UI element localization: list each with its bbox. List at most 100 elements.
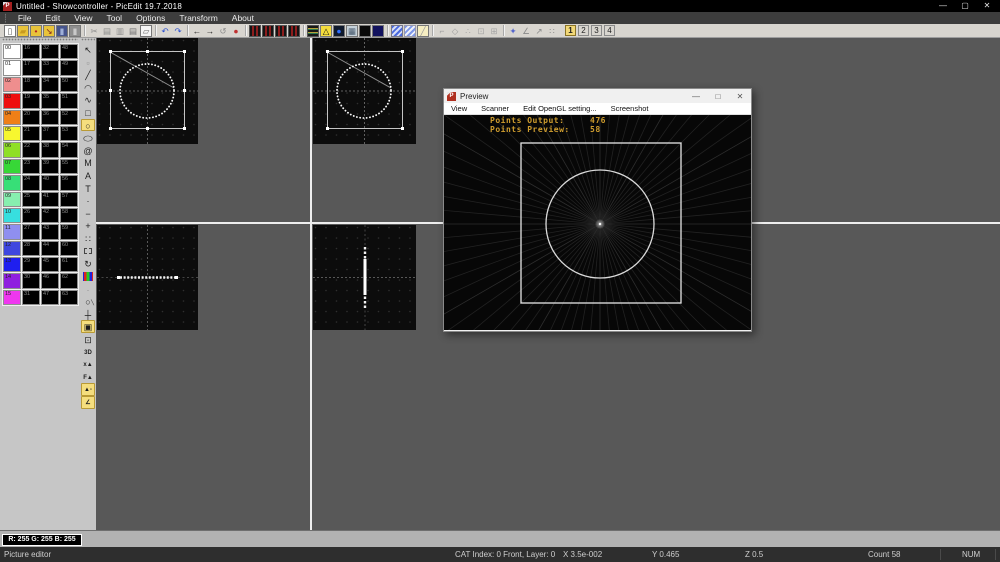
palette-swatch-19[interactable]: 19 <box>22 93 40 108</box>
preview-menu-scanner[interactable]: Scanner <box>474 104 516 113</box>
palette-swatch-29[interactable]: 29 <box>22 257 40 272</box>
palette-swatch-33[interactable]: 33 <box>41 60 59 75</box>
workspace[interactable]: P Preview — □ ✕ ViewScannerEdit OpenGL s… <box>96 38 1000 530</box>
net-settings-icon[interactable]: ✦ <box>507 25 519 37</box>
menu-view[interactable]: View <box>67 13 99 23</box>
minimize-button[interactable]: — <box>932 0 954 12</box>
palette-swatch-38[interactable]: 38 <box>41 142 59 157</box>
frame-table-4-icon[interactable] <box>288 25 300 37</box>
close-button[interactable]: ✕ <box>976 0 998 12</box>
palette-swatch-12[interactable]: 12 <box>3 241 21 256</box>
palette-swatch-47[interactable]: 47 <box>41 290 59 305</box>
color-stripes-icon[interactable] <box>307 25 319 37</box>
ghost-tool-2-icon[interactable]: ◇ <box>449 25 461 37</box>
palette-swatch-22[interactable]: 22 <box>22 142 40 157</box>
hatch-outline-icon[interactable] <box>404 25 416 37</box>
save-as-icon[interactable]: ▮ <box>69 25 81 37</box>
palette-swatch-56[interactable]: 56 <box>60 175 78 190</box>
page-button-1[interactable]: 1 <box>565 25 576 36</box>
print-preview-icon[interactable]: ▱ <box>140 25 152 37</box>
next-frame-icon[interactable]: → <box>204 25 216 37</box>
undo-icon[interactable]: ↶ <box>159 25 171 37</box>
palette-swatch-11[interactable]: 11 <box>3 224 21 239</box>
scale-x-tool-icon[interactable]: x▲ <box>81 358 95 371</box>
palette-swatch-52[interactable]: 52 <box>60 110 78 125</box>
blank-navy-icon[interactable] <box>372 25 384 37</box>
palette-swatch-09[interactable]: 09 <box>3 192 21 207</box>
open-file-icon[interactable]: ▰ <box>17 25 29 37</box>
ghost-tool-5-icon[interactable]: ⊞ <box>488 25 500 37</box>
marquee-tool-icon[interactable] <box>81 245 95 258</box>
maximize-button[interactable]: ▢ <box>954 0 976 12</box>
crosshair-tool-icon[interactable]: ┼ <box>81 308 95 321</box>
palette-swatch-42[interactable]: 42 <box>41 208 59 223</box>
move-points-tool-icon[interactable]: ∷ <box>81 232 95 245</box>
preview-title-bar[interactable]: P Preview — □ ✕ <box>444 89 751 103</box>
palette-swatch-51[interactable]: 51 <box>60 93 78 108</box>
palette-swatch-39[interactable]: 39 <box>41 159 59 174</box>
menu-transform[interactable]: Transform <box>172 13 224 23</box>
palette-swatch-27[interactable]: 27 <box>22 224 40 239</box>
redo-icon[interactable]: ↷ <box>172 25 184 37</box>
ghost-tool-3-icon[interactable]: ∴ <box>462 25 474 37</box>
palette-swatch-58[interactable]: 58 <box>60 208 78 223</box>
tool-snap-icon[interactable]: ↗ <box>533 25 545 37</box>
cut-icon[interactable]: ✂ <box>88 25 100 37</box>
palette-swatch-13[interactable]: 13 <box>3 257 21 272</box>
palette-swatch-63[interactable]: 63 <box>60 290 78 305</box>
print-icon[interactable]: ▤ <box>127 25 139 37</box>
palette-swatch-62[interactable]: 62 <box>60 273 78 288</box>
frame-table-2-icon[interactable] <box>262 25 274 37</box>
palette-swatch-03[interactable]: 03 <box>3 93 21 108</box>
blank-black-icon[interactable] <box>359 25 371 37</box>
menu-file[interactable]: File <box>11 13 39 23</box>
rectangle-tool-icon[interactable]: □ <box>81 106 95 119</box>
title-bar[interactable]: P Untitled - Showcontroller - PicEdit 19… <box>0 0 1000 12</box>
preview-menu-view[interactable]: View <box>444 104 474 113</box>
page-button-3[interactable]: 3 <box>591 25 602 36</box>
page-button-4[interactable]: 4 <box>604 25 615 36</box>
preview-menu-edit-opengl-setting[interactable]: Edit OpenGL setting... <box>516 104 604 113</box>
menu-options[interactable]: Options <box>129 13 172 23</box>
palette-swatch-16[interactable]: 16 <box>22 44 40 59</box>
point-tool-icon[interactable]: · <box>81 194 95 207</box>
tool-angle-icon[interactable]: ∠ <box>520 25 532 37</box>
preview-canvas[interactable]: Points Output:476Points Preview:58 <box>444 115 751 330</box>
palette-swatch-07[interactable]: 07 <box>3 159 21 174</box>
palette-swatch-45[interactable]: 45 <box>41 257 59 272</box>
import-file-icon[interactable]: ↘ <box>43 25 55 37</box>
ghost-tool-1-icon[interactable]: ⌐ <box>436 25 448 37</box>
palette-swatch-60[interactable]: 60 <box>60 241 78 256</box>
palette-swatch-01[interactable]: 01 <box>3 60 21 75</box>
palette-swatch-48[interactable]: 48 <box>60 44 78 59</box>
palette-swatch-36[interactable]: 36 <box>41 110 59 125</box>
rotate-view-icon[interactable]: ↺ <box>217 25 229 37</box>
frame-copy-tool-icon[interactable]: ⊡ <box>81 333 95 346</box>
palette-swatch-57[interactable]: 57 <box>60 192 78 207</box>
palette-swatch-23[interactable]: 23 <box>22 159 40 174</box>
record-point-icon[interactable]: ● <box>230 25 242 37</box>
page-button-2[interactable]: 2 <box>578 25 589 36</box>
tool-check-icon[interactable]: ∷ <box>546 25 558 37</box>
scale-f-tool-icon[interactable]: F▲ <box>81 371 95 384</box>
menu-tool[interactable]: Tool <box>99 13 129 23</box>
palette-swatch-24[interactable]: 24 <box>22 175 40 190</box>
palette-swatch-18[interactable]: 18 <box>22 77 40 92</box>
spiral-tool-icon[interactable]: @ <box>81 144 95 157</box>
rotate-tool-icon[interactable]: ↻ <box>81 257 95 270</box>
menu-edit[interactable]: Edit <box>39 13 68 23</box>
palette-swatch-31[interactable]: 31 <box>22 290 40 305</box>
palette-swatch-20[interactable]: 20 <box>22 110 40 125</box>
circle-tool-icon[interactable]: ○ <box>81 119 95 132</box>
palette-swatch-43[interactable]: 43 <box>41 224 59 239</box>
paste-icon[interactable]: ▥ <box>114 25 126 37</box>
viewport-front[interactable] <box>97 38 198 144</box>
palette-swatch-04[interactable]: 04 <box>3 110 21 125</box>
open-palette-icon[interactable]: • <box>30 25 42 37</box>
palette-swatch-41[interactable]: 41 <box>41 192 59 207</box>
menu-about[interactable]: About <box>225 13 261 23</box>
palette-swatch-05[interactable]: 05 <box>3 126 21 141</box>
viewport-side-horizontal[interactable] <box>97 225 198 330</box>
palette-swatch-08[interactable]: 08 <box>3 175 21 190</box>
palette-swatch-00[interactable]: 00 <box>3 44 21 59</box>
